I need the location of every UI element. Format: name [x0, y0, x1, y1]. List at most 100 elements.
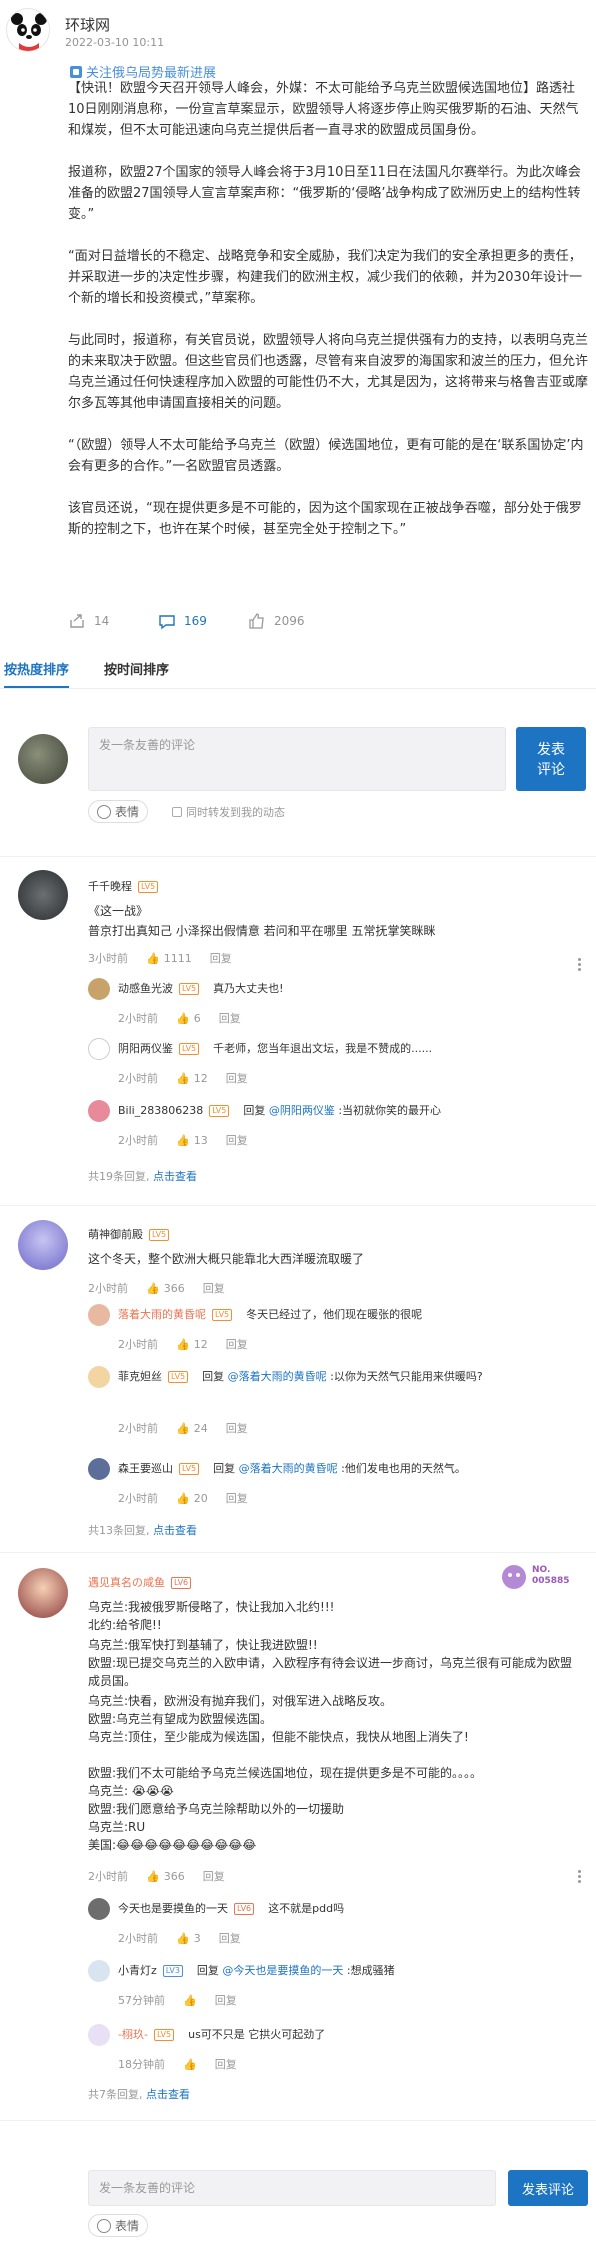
reply-username[interactable]: 森王要巡山: [118, 1462, 173, 1475]
tab-sort-hot[interactable]: 按热度排序: [4, 659, 70, 688]
like-button[interactable]: 👍 6: [176, 1012, 201, 1025]
like-button[interactable]: 👍 366: [146, 1282, 185, 1295]
comment-username[interactable]: 千千晚程 LV5: [88, 878, 159, 894]
publisher-name[interactable]: 环球网: [65, 14, 110, 35]
bottom-send-comment-button[interactable]: 发表评论: [508, 2170, 588, 2206]
reply-text: :他们发电也用的天然气。: [337, 1462, 466, 1475]
reply-avatar[interactable]: [88, 1100, 110, 1122]
reply-meta: 2小时前 👍 24 回复: [118, 1420, 248, 1436]
reply-button[interactable]: 回复: [226, 1336, 248, 1352]
reply-username[interactable]: 今天也是要摸鱼的一天: [118, 1902, 228, 1915]
reply-username[interactable]: -栩玖-: [118, 2028, 148, 2041]
reply-avatar[interactable]: [88, 1038, 110, 1060]
reply-username[interactable]: 小青灯z: [118, 1964, 157, 1977]
mention-link[interactable]: @落着大雨的黄昏呢: [228, 1370, 327, 1383]
emoji-button[interactable]: 表情: [88, 800, 149, 823]
reply-button[interactable]: 回复: [219, 1010, 241, 1026]
reply-avatar[interactable]: [88, 1366, 110, 1388]
comment-button[interactable]: 169: [158, 612, 207, 630]
comment-username[interactable]: 遇见真名の咸鱼 LV6: [88, 1574, 192, 1590]
like-button[interactable]: 👍 366: [146, 1870, 185, 1883]
reply-button[interactable]: 回复: [215, 2056, 237, 2072]
comment-text: 美国:😂😂😂😂😂😂😂😂😂😂: [88, 1836, 578, 1854]
comment-text-part: 乌克兰:: [88, 1784, 129, 1798]
reply-button[interactable]: 回复: [203, 1868, 225, 1884]
reply-avatar[interactable]: [88, 1304, 110, 1326]
mention-link[interactable]: @阴阳两仪鉴: [269, 1104, 335, 1117]
like-button[interactable]: 👍 12: [176, 1338, 208, 1351]
like-count: 12: [193, 1337, 208, 1351]
reply-line: 落着大雨的黄昏呢 LV5 冬天已经过了，他们现在暖张的很呢: [118, 1306, 422, 1324]
publisher-avatar[interactable]: [6, 8, 50, 52]
reply-prefix: 回复: [202, 1370, 228, 1383]
comment-text: 欧盟:乌克兰有望成为欧盟候选国。: [88, 1712, 273, 1726]
reply-avatar[interactable]: [88, 2024, 110, 2046]
like-button[interactable]: 👍 12: [176, 1072, 208, 1085]
comment-text: 乌克兰:RU: [88, 1820, 146, 1834]
reply-username[interactable]: 菲克妲丝: [118, 1370, 162, 1383]
reply-avatar[interactable]: [88, 1960, 110, 1982]
like-button[interactable]: 👍: [183, 2058, 197, 2071]
view-more-replies-link[interactable]: 点击查看: [153, 1170, 197, 1183]
reply-button[interactable]: 回复: [210, 950, 232, 966]
send-comment-button[interactable]: 发表评论: [516, 727, 586, 791]
reply-username[interactable]: 阴阳两仪鉴: [118, 1042, 173, 1055]
send-label: 发表评论: [537, 742, 565, 778]
reply-meta: 2小时前 👍 3 回复: [118, 1930, 241, 1946]
like-button[interactable]: 👍 13: [176, 1134, 208, 1147]
thumbs-up-icon: 👍: [183, 1993, 197, 2007]
reply-username[interactable]: Bili_283806238: [118, 1104, 203, 1117]
repost-button[interactable]: 14: [68, 612, 109, 630]
reply-text: us可不只是 它拱火可起劲了: [188, 2028, 326, 2041]
reply-avatar[interactable]: [88, 1898, 110, 1920]
reply-button[interactable]: 回复: [215, 1992, 237, 2008]
like-button[interactable]: 👍 24: [176, 1422, 208, 1435]
comment-text-part: 美国:: [88, 1838, 117, 1852]
like-count: 12: [193, 1071, 208, 1085]
tab-sort-time[interactable]: 按时间排序: [104, 659, 169, 686]
article-paragraph: 与此同时，报道称，有关官员说，欧盟领导人将向乌克兰提供强有力的支持，以表明乌克兰…: [68, 333, 589, 411]
like-button[interactable]: 👍 3: [176, 1932, 201, 1945]
like-button[interactable]: 👍: [183, 1994, 197, 2007]
divider: [0, 1205, 596, 1206]
like-button[interactable]: 👍 1111: [146, 952, 192, 965]
reply-avatar[interactable]: [88, 1458, 110, 1480]
thumbs-up-icon: 👍: [146, 1281, 160, 1295]
comment-avatar[interactable]: [18, 1220, 68, 1270]
reply-button[interactable]: 回复: [203, 1280, 225, 1296]
my-avatar[interactable]: [18, 734, 68, 784]
thumbs-up-icon: 👍: [176, 1337, 190, 1351]
bottom-comment-input[interactable]: 发一条友善的评论: [88, 2170, 496, 2206]
comment-input[interactable]: 发一条友善的评论: [88, 727, 506, 791]
like-button[interactable]: 2096: [248, 612, 305, 630]
comment-username[interactable]: 萌神御前殿 LV5: [88, 1226, 170, 1242]
more-options-icon[interactable]: [578, 1870, 582, 1884]
reply-text: 这不就是pdd吗: [268, 1902, 345, 1915]
level-badge: LV5: [179, 1463, 200, 1475]
view-more-replies-link[interactable]: 点击查看: [146, 2088, 190, 2101]
mention-link[interactable]: @落着大雨的黄昏呢: [239, 1462, 338, 1475]
comment-time: 2小时前: [88, 1870, 128, 1883]
share-icon: [70, 614, 84, 628]
comment-text: 乌克兰: 😭😭😭: [88, 1782, 578, 1800]
reply-username[interactable]: 落着大雨的黄昏呢: [118, 1308, 206, 1321]
like-count: 24: [193, 1421, 208, 1435]
reply-button[interactable]: 回复: [219, 1930, 241, 1946]
article-paragraph: “面对日益增长的不稳定、战略竞争和安全威胁，我们决定为我们的安全承担更多的责任，…: [68, 249, 583, 306]
more-options-icon[interactable]: [578, 958, 582, 972]
reply-avatar[interactable]: [88, 978, 110, 1000]
reply-button[interactable]: 回复: [226, 1420, 248, 1436]
comment-avatar[interactable]: [18, 870, 68, 920]
like-button[interactable]: 👍 20: [176, 1492, 208, 1505]
reply-button[interactable]: 回复: [226, 1132, 248, 1148]
comment-avatar[interactable]: [18, 1568, 68, 1618]
view-more-replies-link[interactable]: 点击查看: [153, 1524, 197, 1537]
reply-button[interactable]: 回复: [226, 1070, 248, 1086]
reply-text: 真乃大丈夫也!: [213, 982, 284, 995]
mention-link[interactable]: @今天也是要摸鱼的一天: [222, 1964, 343, 1977]
sync-checkbox[interactable]: 同时转发到我的动态: [172, 804, 285, 820]
reply-button[interactable]: 回复: [226, 1490, 248, 1506]
panda-logo-icon: [8, 10, 49, 51]
reply-username[interactable]: 动感鱼光波: [118, 982, 173, 995]
bottom-emoji-button[interactable]: 表情: [88, 2214, 149, 2237]
